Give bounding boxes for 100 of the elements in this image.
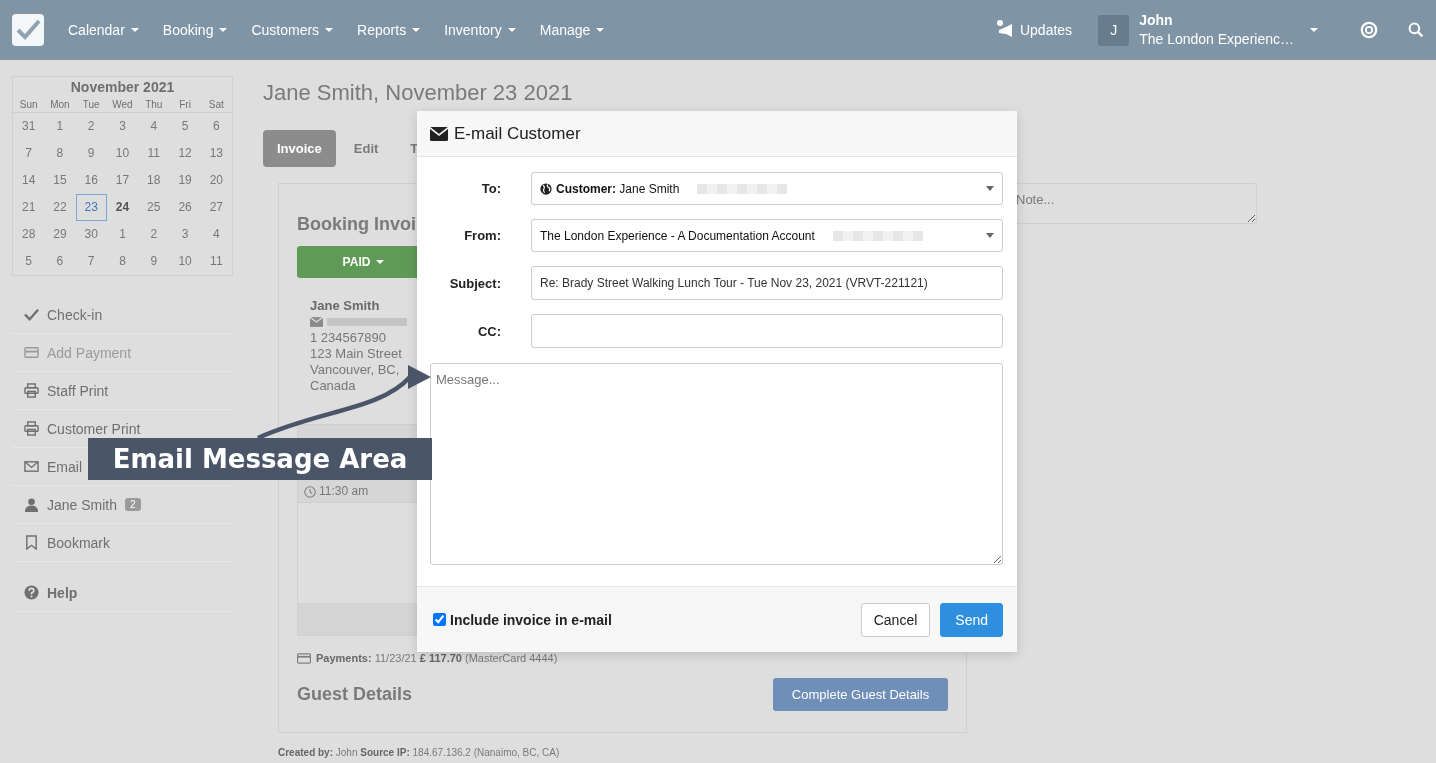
bookmark-icon [24, 535, 39, 550]
count-badge: 2 [125, 498, 141, 511]
select-field[interactable]: The London Experience - A Documentation Account [531, 219, 1003, 252]
calendar-day[interactable]: 2 [138, 221, 170, 248]
sidebar-item[interactable]: Jane Smith 2 [12, 486, 233, 524]
booking-time: 11:30 am [319, 484, 369, 498]
calendar-day[interactable]: 4 [200, 221, 232, 248]
calendar-day[interactable]: 11 [200, 248, 232, 275]
calendar-day[interactable]: 15 [44, 167, 76, 194]
address-line: Vancouver, BC, [310, 362, 400, 378]
tab[interactable]: Edit [339, 130, 393, 167]
section-heading: Guest Details [297, 684, 413, 705]
user-icon [24, 497, 39, 512]
sidebar-item[interactable]: Check-in [12, 296, 233, 334]
calendar-day[interactable]: 17 [106, 167, 139, 194]
calendar-day[interactable]: 14 [13, 167, 45, 194]
calendar-day[interactable]: 11 [138, 140, 170, 167]
calendar-day[interactable]: 9 [138, 248, 170, 275]
created-by-line: Created by: John Source IP: 184.67.136.2 (Nanaimo, BC, CA) [278, 747, 560, 758]
tab[interactable]: T [396, 130, 433, 167]
complete-guest-details-button[interactable]: Complete Guest Details [773, 678, 948, 711]
tab[interactable]: Invoice [263, 130, 336, 167]
calendar-day[interactable]: 2 [75, 113, 107, 140]
message-field[interactable]: Message... [430, 363, 1003, 565]
help-item[interactable]: Help [12, 574, 233, 612]
calendar-day[interactable]: 8 [106, 248, 139, 275]
weekday-label: Mon [49, 98, 71, 112]
help-icon [24, 585, 39, 600]
checkbox[interactable] [433, 613, 446, 626]
calendar-day[interactable]: 5 [169, 113, 201, 140]
calendar-day[interactable]: 1 [44, 113, 76, 140]
printer-icon [24, 383, 39, 398]
dialog-title: E-mail Customer [454, 123, 581, 144]
select-field[interactable]: Customer: Jane Smith [531, 172, 1003, 205]
calendar-day[interactable]: 10 [169, 248, 201, 275]
calendar-day[interactable]: 1 [106, 221, 139, 248]
calendar-day[interactable]: 6 [44, 248, 76, 275]
calendar-day[interactable]: 12 [169, 140, 201, 167]
field-label: Subject: [448, 275, 501, 291]
nav-menu[interactable]: Inventory [432, 22, 528, 38]
envelope-icon [24, 459, 39, 474]
calendar-day[interactable]: 30 [75, 221, 107, 248]
calendar-day[interactable]: 8 [44, 140, 76, 167]
weekday-label: Sun [18, 98, 39, 112]
send-button[interactable]: Send [940, 602, 1003, 637]
calendar-day[interactable]: 4 [138, 113, 170, 140]
calendar-day[interactable]: 28 [13, 221, 45, 248]
credit-card-icon [24, 345, 39, 360]
calendar-day[interactable]: 5 [13, 248, 45, 275]
search-icon[interactable] [1408, 22, 1424, 38]
address-line: 123 Main Street [310, 346, 402, 362]
text-field[interactable]: Re: Brady Street Walking Lunch Tour - Tue Nov 23, 2021 (VRVT-221121) [531, 266, 1003, 300]
sidebar-item[interactable]: Bookmark [12, 524, 233, 562]
clock-icon [304, 486, 316, 498]
calendar-day[interactable]: 13 [200, 140, 232, 167]
sidebar-item[interactable]: Staff Print [12, 372, 233, 410]
calendar-day[interactable]: 23 [75, 194, 107, 221]
nav-menu[interactable]: Customers [239, 22, 346, 38]
checkmark-logo-icon[interactable] [12, 14, 44, 46]
calendar-day[interactable]: 21 [13, 194, 45, 221]
callout-tooltip: Email Message Area [88, 438, 432, 480]
text-field[interactable] [531, 314, 1003, 348]
calendar-day[interactable]: 6 [200, 113, 232, 140]
calendar-day[interactable]: 3 [106, 113, 139, 140]
caret-icon[interactable] [1310, 28, 1318, 32]
calendar-day[interactable]: 27 [200, 194, 232, 221]
cancel-button[interactable]: Cancel [860, 602, 931, 637]
lifebuoy-icon[interactable] [1360, 21, 1378, 39]
field-label: From: [463, 228, 501, 243]
calendar-day[interactable]: 31 [13, 113, 45, 140]
calendar-day[interactable]: 20 [200, 167, 232, 194]
checkbox-label[interactable]: Include invoice in e-mail [450, 611, 612, 628]
calendar-day[interactable]: 18 [138, 167, 170, 194]
calendar-day[interactable]: 22 [44, 194, 76, 221]
field-label: CC: [476, 323, 501, 339]
account-menu[interactable]: John The London Experienc… [1129, 11, 1304, 49]
calendar-day[interactable]: 7 [13, 140, 45, 167]
calendar-day[interactable]: 3 [169, 221, 201, 248]
calendar-day[interactable]: 9 [75, 140, 107, 167]
payments-line: Payments: 11/23/21 £ 117.70 (MasterCard 4444) [316, 652, 558, 664]
weekday-label: Thu [144, 98, 164, 112]
calendar-day[interactable]: 29 [44, 221, 76, 248]
invoice-heading: Booking Invoi [297, 214, 416, 236]
calendar-day[interactable]: 7 [75, 248, 107, 275]
customer-phone: 1 234567890 [310, 330, 386, 346]
nav-menu[interactable]: Manage [527, 22, 617, 38]
updates-button[interactable]: Updates [1015, 22, 1085, 38]
calendar-day[interactable]: 19 [169, 167, 201, 194]
page-title: Jane Smith, November 23 2021 [263, 80, 573, 106]
calendar-day[interactable]: 25 [138, 194, 170, 221]
calendar-month: November 2021 [69, 78, 176, 97]
calendar-day[interactable]: 26 [169, 194, 201, 221]
weekday-label: Fri [178, 98, 192, 112]
nav-menu[interactable]: Reports [345, 22, 433, 38]
calendar-day[interactable]: 10 [106, 140, 139, 167]
nav-menu[interactable]: Booking [150, 22, 240, 38]
calendar-day[interactable]: 16 [75, 167, 107, 194]
calendar-day[interactable]: 24 [106, 194, 139, 221]
nav-menu[interactable]: Calendar [56, 22, 151, 38]
globe-icon [540, 182, 552, 195]
